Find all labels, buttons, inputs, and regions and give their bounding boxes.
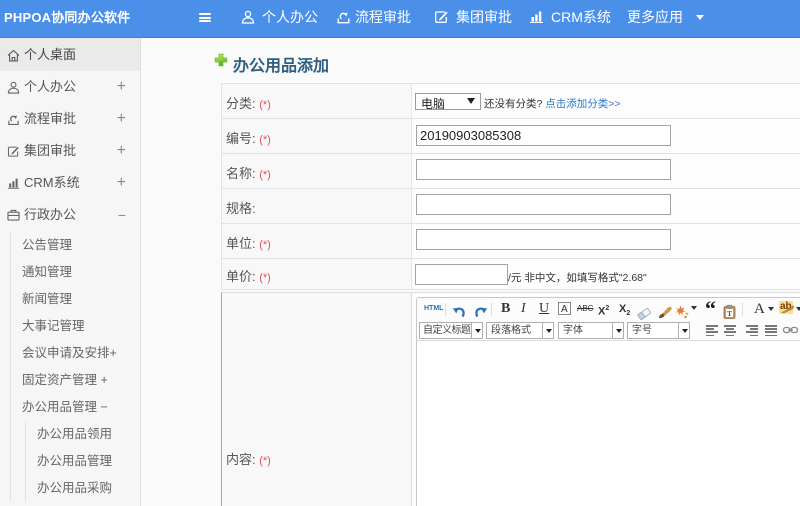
svg-text:T: T	[727, 309, 732, 318]
